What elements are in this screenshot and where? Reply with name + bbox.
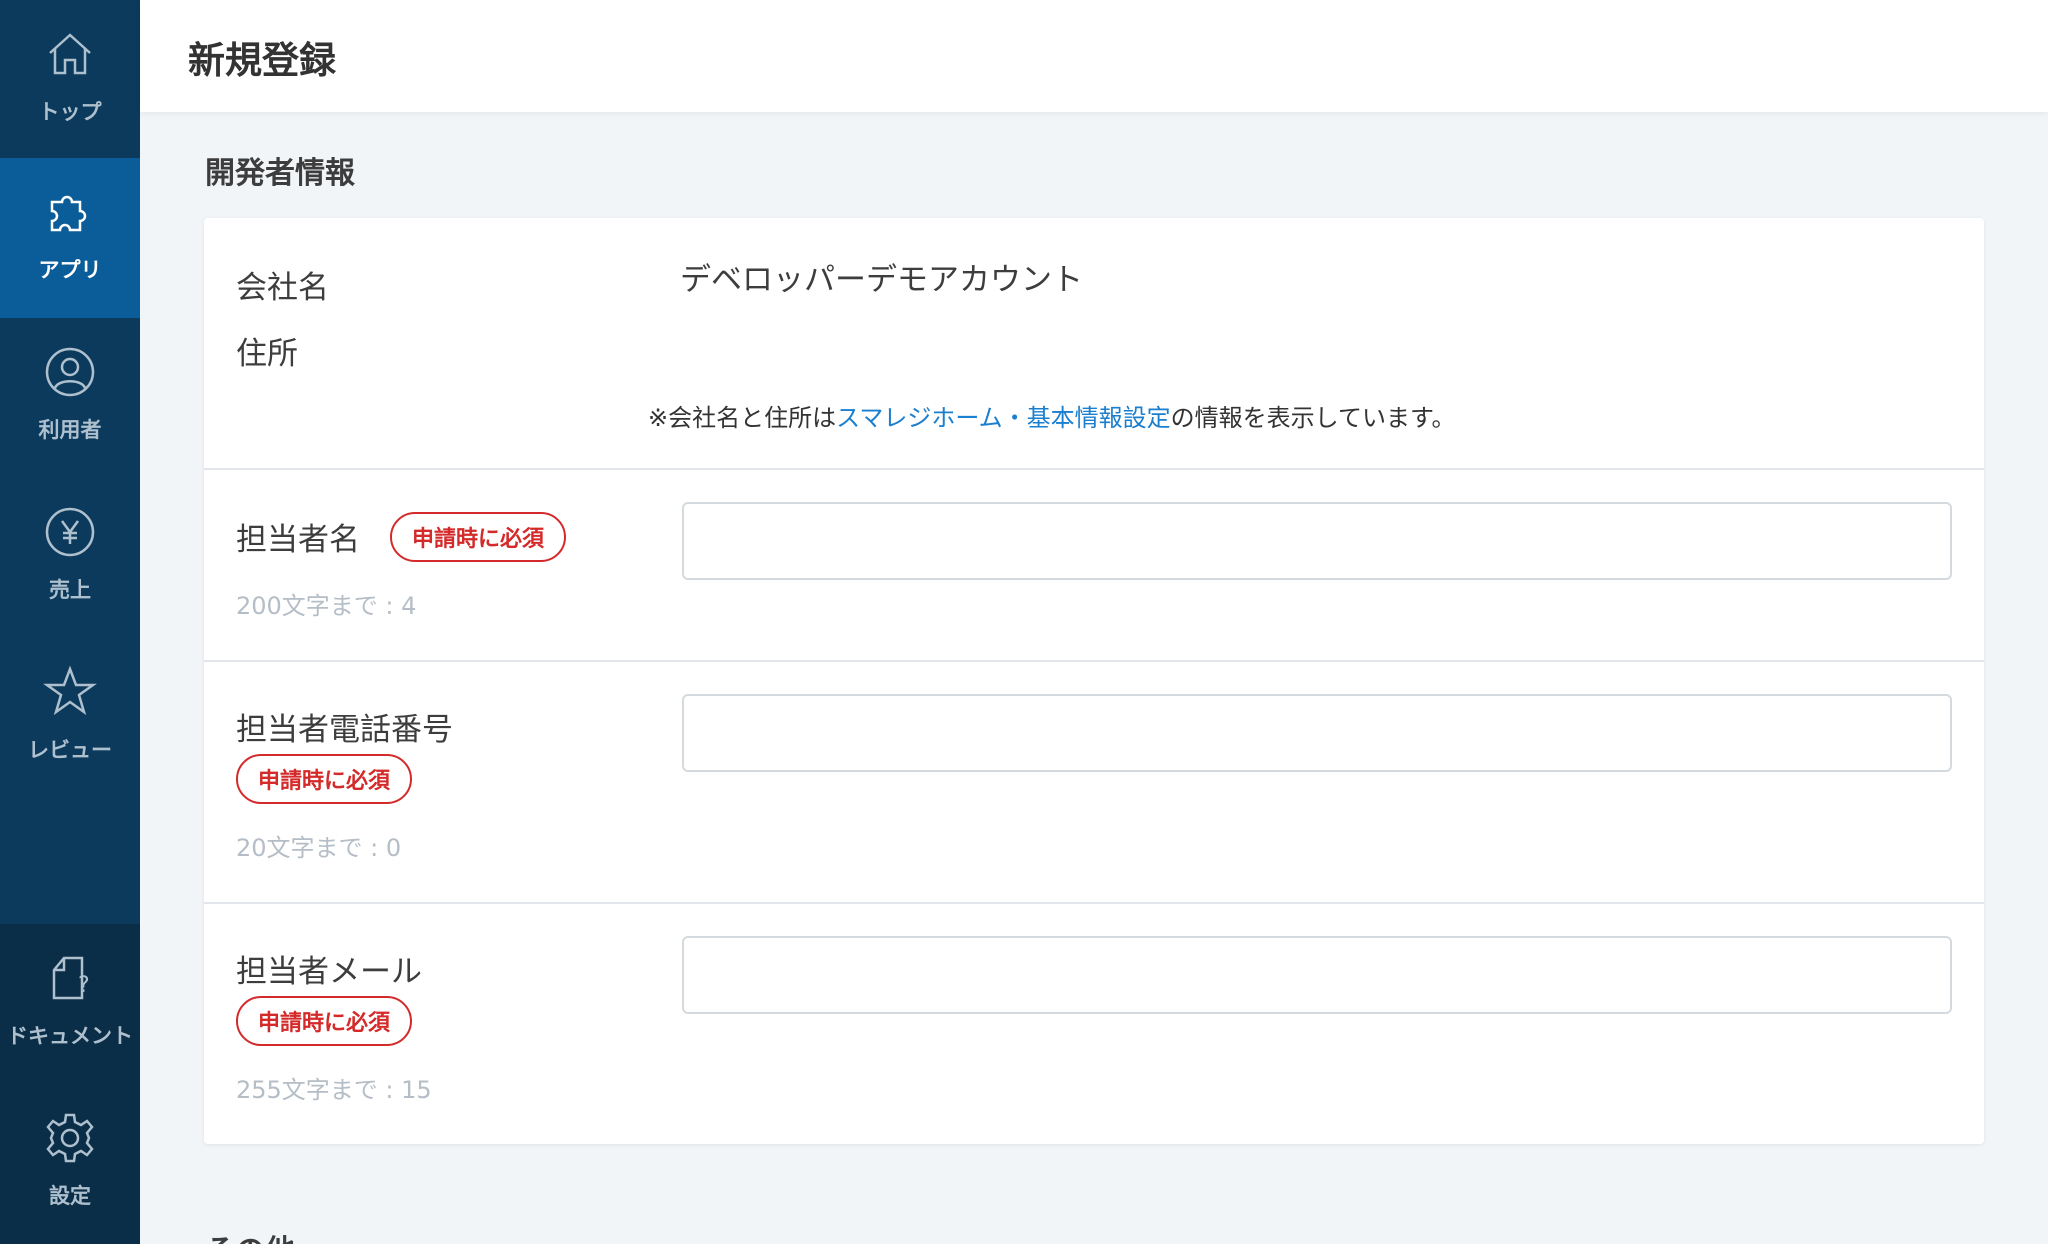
yen-icon (45, 507, 95, 557)
sidebar-item-apps[interactable]: アプリ (0, 158, 140, 318)
required-badge: 申請時に必須 (390, 512, 567, 562)
star-icon (43, 665, 97, 716)
puzzle-icon (50, 195, 87, 232)
section-title-other: その他 (205, 1226, 295, 1244)
char-counter: 200文字まで : 4 (236, 592, 417, 620)
char-counter: 20文字まで : 0 (236, 834, 402, 862)
sidebar-item-users[interactable]: 利用者 (0, 318, 140, 478)
sidebar-item-label: 設定 (49, 1184, 91, 1208)
developer-info-card: 会社名 デベロッパーデモアカウント 住所 ※会社名と住所はスマレジホーム・基本情… (204, 218, 1984, 1144)
divider (204, 468, 1984, 470)
sidebar-item-documents[interactable]: ? ドキュメント (0, 924, 140, 1084)
info-note: ※会社名と住所はスマレジホーム・基本情報設定の情報を表示しています。 (648, 398, 1456, 433)
note-prefix: ※会社名と住所は (648, 404, 837, 432)
note-suffix: の情報を表示しています。 (1170, 404, 1456, 432)
divider (204, 660, 1984, 662)
company-label: 会社名 (236, 270, 329, 306)
home-icon (49, 33, 91, 75)
sidebar-bottom: ? ドキュメント 設定 (0, 924, 140, 1244)
sidebar-item-sales[interactable]: 売上 (0, 478, 140, 638)
sidebar: トップ アプリ 利用者 売上 レビュー ? ドキュメント 設定 (0, 0, 140, 1244)
contact-phone-label: 担当者電話番号 (236, 712, 453, 748)
company-value: デベロッパーデモアカウント (680, 262, 1083, 298)
gear-icon (46, 1113, 94, 1163)
svg-text:?: ? (78, 973, 90, 998)
address-label: 住所 (236, 336, 298, 372)
required-badge: 申請時に必須 (236, 996, 413, 1046)
contact-phone-input[interactable] (682, 694, 1952, 772)
required-badge: 申請時に必須 (236, 754, 413, 804)
contact-name-label: 担当者名 (236, 522, 360, 558)
page-header: 新規登録 (140, 0, 2048, 112)
sidebar-item-label: ドキュメント (7, 1024, 133, 1048)
user-icon (45, 347, 95, 397)
contact-email-label: 担当者メール (236, 954, 422, 990)
section-title-developer: 開発者情報 (205, 156, 355, 191)
sidebar-item-label: トップ (38, 100, 102, 124)
divider (204, 902, 1984, 904)
sidebar-item-reviews[interactable]: レビュー (0, 638, 140, 798)
sidebar-item-label: レビュー (28, 738, 112, 762)
document-help-icon: ? (52, 956, 90, 1000)
sidebar-item-label: 売上 (49, 578, 91, 602)
contact-name-input[interactable] (682, 502, 1952, 580)
sidebar-item-label: アプリ (38, 258, 102, 282)
home-settings-link[interactable]: スマレジホーム・基本情報設定 (836, 404, 1171, 432)
sidebar-item-top[interactable]: トップ (0, 0, 140, 160)
sidebar-item-settings[interactable]: 設定 (0, 1084, 140, 1244)
char-counter: 255文字まで : 15 (236, 1076, 432, 1104)
sidebar-item-label: 利用者 (38, 418, 102, 442)
page-title: 新規登録 (188, 39, 336, 82)
contact-email-input[interactable] (682, 936, 1952, 1014)
